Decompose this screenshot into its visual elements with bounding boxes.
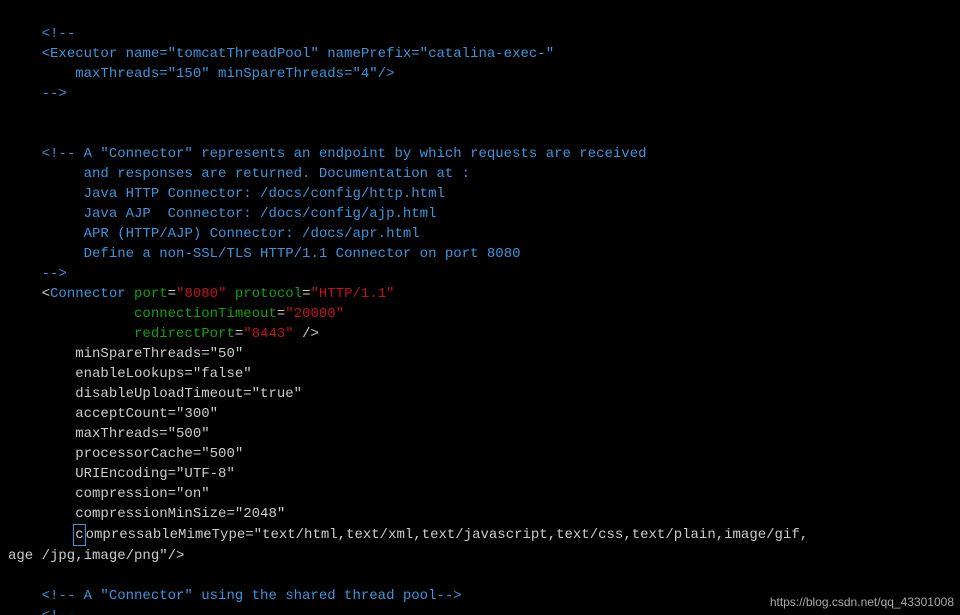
code-line: --> (8, 86, 67, 102)
code-line: Java HTTP Connector: /docs/config/http.h… (8, 186, 445, 202)
code-line: age /jpg,image/png"/> (8, 548, 184, 564)
code-line: processorCache="500" (8, 446, 243, 462)
text-cursor: c (73, 524, 85, 546)
code-line: APR (HTTP/AJP) Connector: /docs/apr.html (8, 226, 420, 242)
code-line: minSpareThreads="50" (8, 346, 243, 362)
code-line: <!-- (8, 608, 75, 615)
code-line: maxThreads="150" minSpareThreads="4"/> (8, 66, 394, 82)
code-line: compression="on" (8, 486, 210, 502)
code-line: and responses are returned. Documentatio… (8, 166, 470, 182)
watermark-text: https://blog.csdn.net/qq_43301008 (770, 595, 954, 609)
code-line: <Connector port="8080" protocol="HTTP/1.… (8, 286, 395, 302)
code-line: <!-- A "Connector" using the shared thre… (8, 588, 462, 604)
code-viewer: <!-- <Executor name="tomcatThreadPool" n… (0, 0, 960, 615)
code-line: URIEncoding="UTF-8" (8, 466, 235, 482)
code-line: connectionTimeout="20000" (8, 306, 344, 322)
code-line: <!-- A "Connector" represents an endpoin… (8, 146, 647, 162)
code-line: acceptCount="300" (8, 406, 218, 422)
code-line: compressableMimeType="text/html,text/xml… (8, 527, 808, 543)
code-line: --> (8, 266, 67, 282)
code-line: Java AJP Connector: /docs/config/ajp.htm… (8, 206, 436, 222)
code-line: Define a non-SSL/TLS HTTP/1.1 Connector … (8, 246, 521, 262)
code-line: enableLookups="false" (8, 366, 252, 382)
code-line: <Executor name="tomcatThreadPool" namePr… (8, 46, 554, 62)
code-line: compressionMinSize="2048" (8, 506, 285, 522)
code-line: redirectPort="8443" /> (8, 326, 319, 342)
code-line: disableUploadTimeout="true" (8, 386, 302, 402)
code-line: maxThreads="500" (8, 426, 210, 442)
code-line: <!-- (8, 26, 75, 42)
